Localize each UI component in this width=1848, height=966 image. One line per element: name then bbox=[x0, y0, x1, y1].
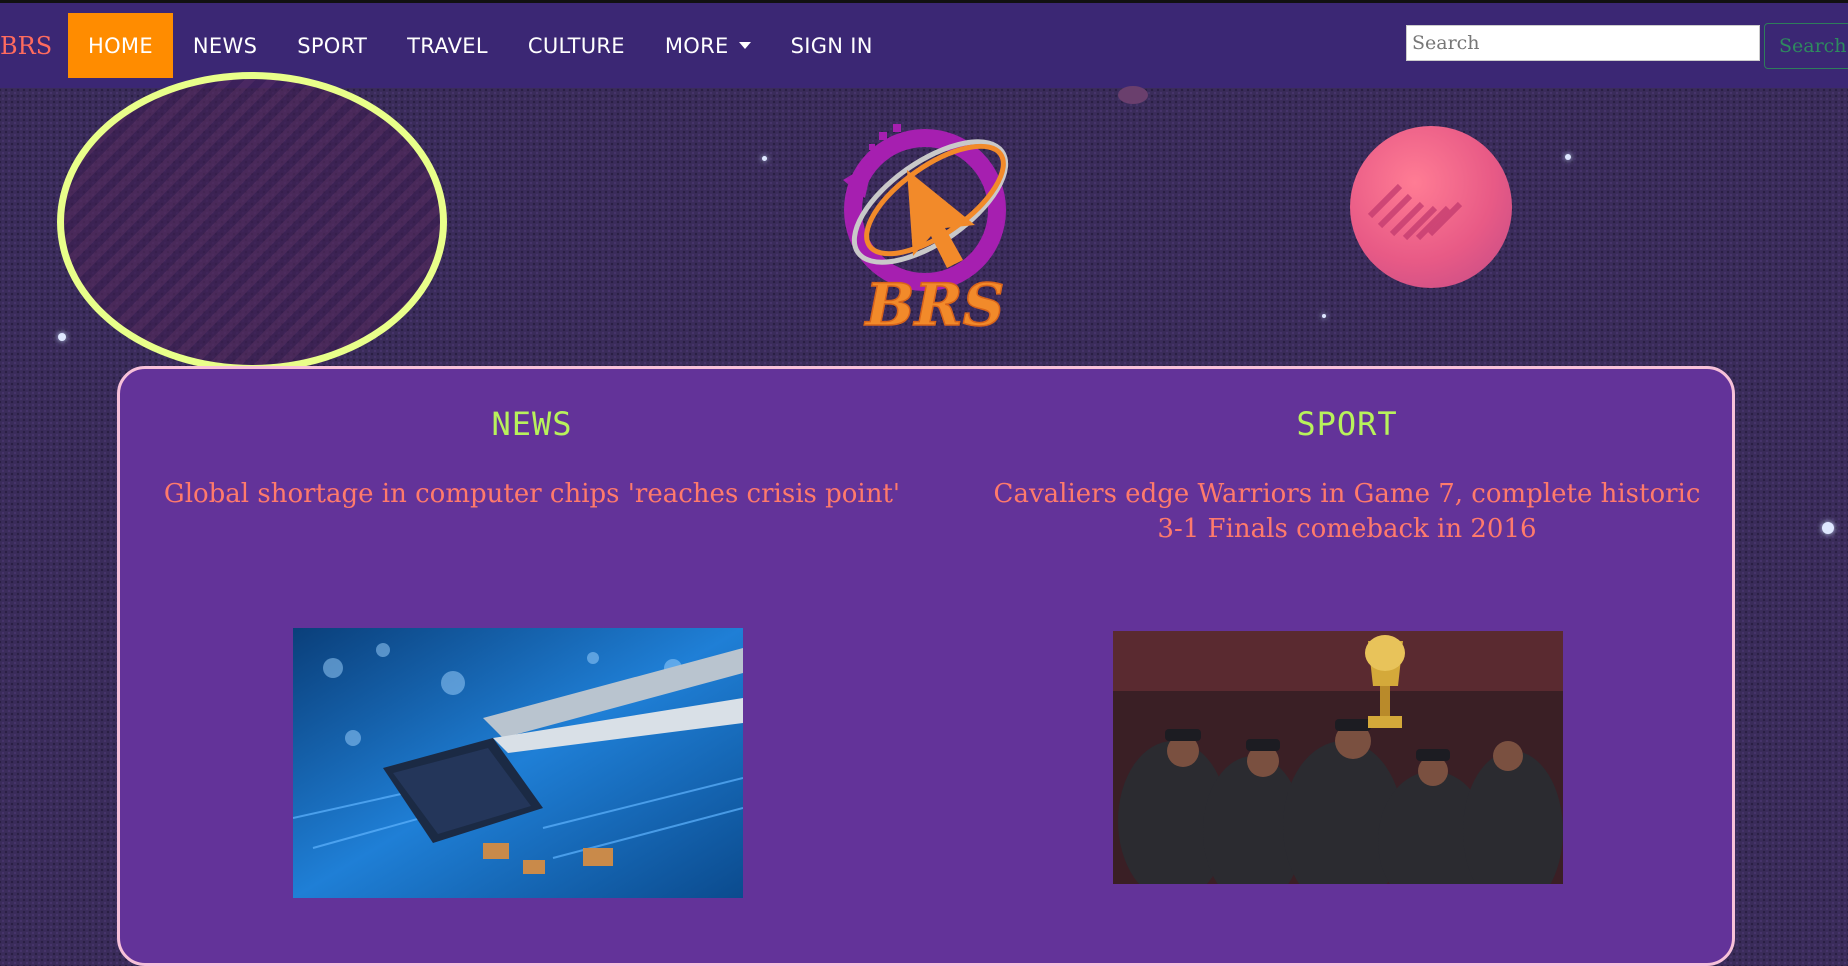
brand-link[interactable]: BRS bbox=[0, 32, 68, 60]
news-section-title[interactable]: NEWS bbox=[160, 405, 904, 443]
logo-text: BRS bbox=[863, 271, 1004, 335]
nav-travel-label: TRAVEL bbox=[407, 33, 488, 58]
star-icon bbox=[762, 156, 767, 161]
brs-logo: BRS bbox=[835, 110, 1035, 340]
search-button[interactable]: Search bbox=[1764, 23, 1848, 69]
decorative-blob bbox=[1118, 86, 1148, 104]
star-icon bbox=[1322, 314, 1326, 318]
decorative-planet bbox=[1350, 126, 1512, 288]
nav-culture-label: CULTURE bbox=[527, 33, 625, 58]
circuit-board-chip-photo-icon bbox=[293, 628, 743, 898]
nav-news[interactable]: NEWS bbox=[173, 13, 277, 78]
news-column: NEWS Global shortage in computer chips '… bbox=[160, 369, 904, 512]
nav-home[interactable]: HOME bbox=[68, 13, 173, 78]
nav-more-label: MORE bbox=[664, 33, 729, 58]
caret-down-icon bbox=[738, 42, 751, 49]
featured-card: NEWS Global shortage in computer chips '… bbox=[117, 366, 1735, 966]
star-icon bbox=[1822, 522, 1834, 534]
star-icon bbox=[58, 333, 66, 341]
sport-section-title[interactable]: SPORT bbox=[977, 405, 1717, 443]
logo-emblem-icon: BRS bbox=[843, 124, 1009, 340]
decorative-ring bbox=[57, 72, 447, 372]
star-icon bbox=[1565, 154, 1571, 160]
nav-sign-in[interactable]: SIGN IN bbox=[771, 13, 893, 78]
news-headline[interactable]: Global shortage in computer chips 'reach… bbox=[160, 477, 904, 512]
sport-photo[interactable] bbox=[1113, 631, 1563, 884]
nav-sport[interactable]: SPORT bbox=[277, 13, 387, 78]
nav-culture[interactable]: CULTURE bbox=[508, 13, 645, 78]
nav-home-label: HOME bbox=[88, 33, 153, 58]
sport-column: SPORT Cavaliers edge Warriors in Game 7,… bbox=[977, 369, 1717, 547]
nav-sport-label: SPORT bbox=[297, 33, 368, 58]
search-input[interactable] bbox=[1406, 25, 1760, 61]
news-photo[interactable] bbox=[293, 628, 743, 898]
nav-sign-in-label: SIGN IN bbox=[790, 33, 873, 58]
sport-headline[interactable]: Cavaliers edge Warriors in Game 7, compl… bbox=[977, 477, 1717, 547]
planet-stripes-icon bbox=[1367, 183, 1463, 241]
championship-trophy-celebration-photo-icon bbox=[1113, 631, 1563, 884]
nav-travel[interactable]: TRAVEL bbox=[387, 13, 508, 78]
nav-news-label: NEWS bbox=[192, 33, 258, 58]
nav-more-dropdown[interactable]: MORE bbox=[645, 13, 771, 78]
